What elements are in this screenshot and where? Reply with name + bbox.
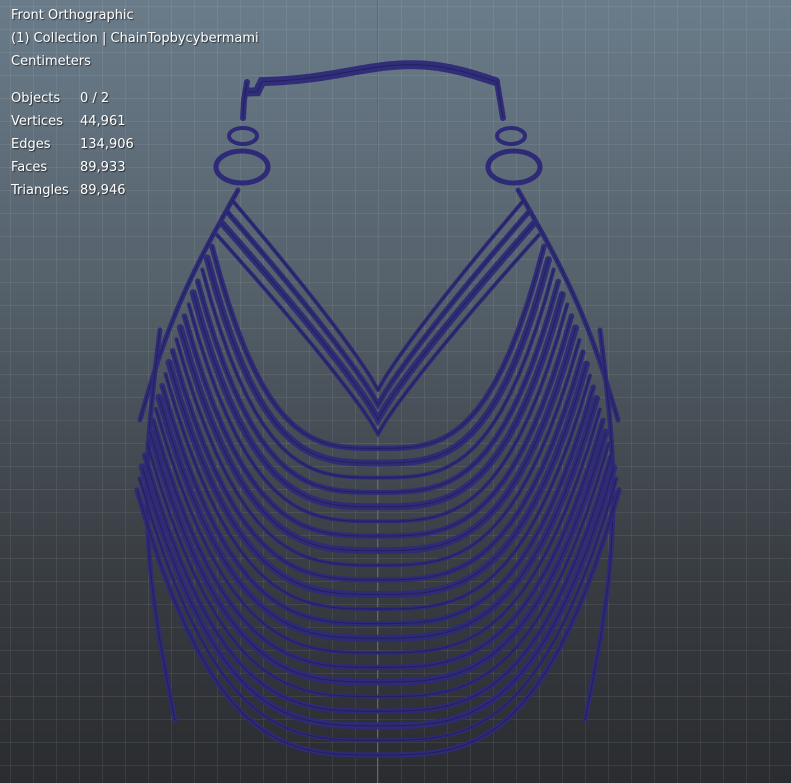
collection-label: (1) Collection | ChainTopbycybermami — [11, 31, 259, 46]
ring-large-right — [485, 148, 543, 186]
draped-chain-core — [146, 443, 610, 698]
draped-chain — [145, 441, 611, 699]
stat-label: Triangles — [11, 183, 69, 198]
draped-chain-core — [231, 199, 525, 392]
neck-strap — [240, 60, 506, 121]
stat-value: 89,946 — [80, 183, 126, 198]
neck-chain — [242, 60, 502, 97]
ring-large-left — [213, 148, 271, 186]
draped-chain — [224, 208, 532, 411]
ring-connectors — [213, 126, 543, 186]
stat-value: 44,961 — [80, 114, 126, 129]
draped-chain — [230, 198, 526, 395]
scene-statistics: Objects 0 / 2 Vertices 44,961 Edges 134,… — [11, 87, 134, 202]
3d-viewport[interactable]: Front Orthographic (1) Collection | Chai… — [0, 0, 791, 783]
viewport-info: Front Orthographic (1) Collection | Chai… — [11, 4, 259, 73]
stat-value: 134,906 — [80, 137, 134, 152]
stat-row-edges: Edges 134,906 — [11, 133, 134, 156]
stat-value: 89,933 — [80, 160, 126, 175]
stat-label: Vertices — [11, 114, 63, 129]
draped-chain-core — [152, 420, 604, 668]
stat-label: Edges — [11, 137, 51, 152]
draped-chains — [134, 198, 622, 758]
stat-label: Objects — [11, 91, 61, 106]
draped-chain-core — [226, 211, 530, 406]
view-name: Front Orthographic — [11, 8, 134, 23]
stat-row-triangles: Triangles 89,946 — [11, 179, 134, 202]
stat-row-vertices: Vertices 44,961 — [11, 110, 134, 133]
ring-small-left — [227, 126, 259, 146]
draped-chain — [150, 417, 606, 671]
stat-row-faces: Faces 89,933 — [11, 156, 134, 179]
units-label: Centimeters — [11, 54, 91, 69]
stat-value: 0 / 2 — [80, 91, 110, 106]
stat-label: Faces — [11, 160, 48, 175]
ring-small-right — [495, 126, 527, 146]
stat-row-objects: Objects 0 / 2 — [11, 87, 134, 110]
